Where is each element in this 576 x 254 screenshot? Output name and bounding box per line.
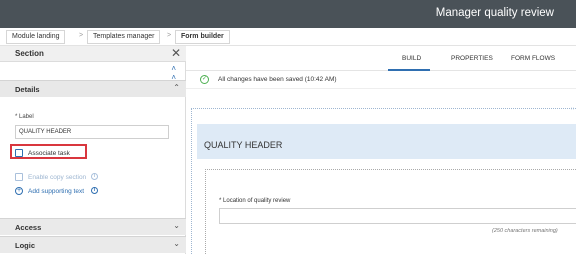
breadcrumb-separator: > [167, 32, 172, 39]
tab-properties[interactable]: PROPERTIES [451, 55, 493, 62]
section-panel-header: Section ✕ [0, 46, 186, 62]
accordion-logic-label: Logic [15, 241, 35, 250]
enable-copy-label: Enable copy section [28, 174, 87, 181]
save-status-text: All changes have been saved (10:42 AM) [218, 76, 337, 83]
section-header[interactable]: QUALITY HEADER [197, 124, 576, 159]
required-marker: * [219, 198, 222, 204]
chevron-down-icon: ⌄ [173, 221, 180, 230]
section-drop-boundary [191, 108, 576, 109]
breadcrumb-form-builder[interactable]: Form builder [175, 30, 230, 44]
save-status-bar: ✓ All changes have been saved (10:42 AM) [186, 71, 576, 89]
label-field[interactable]: QUALITY HEADER [15, 125, 169, 139]
enable-copy-checkbox[interactable] [15, 173, 23, 181]
drag-handle-icon[interactable]: ∷ [571, 106, 574, 112]
tab-form-flows[interactable]: FORM FLOWS [511, 55, 555, 62]
accordion-logic[interactable]: Logic ⌄ [0, 236, 186, 253]
associate-task-checkbox[interactable] [15, 149, 23, 157]
breadcrumb-templates-manager[interactable]: Templates manager [87, 30, 161, 44]
check-circle-icon: ✓ [200, 75, 209, 84]
tab-bar: BUILD PROPERTIES FORM FLOWS [186, 46, 576, 71]
accordion-details[interactable]: Details ⌃ [0, 80, 186, 97]
add-supporting-text-link[interactable]: Add supporting text [28, 188, 84, 195]
label-field-label: * Label [15, 114, 34, 120]
accordion-access[interactable]: Access ⌄ [0, 218, 186, 235]
page-title: Manager quality review [435, 7, 554, 19]
section-drop-boundary [191, 108, 192, 254]
breadcrumb-separator: > [79, 32, 84, 39]
location-of-quality-review-input[interactable] [219, 208, 576, 224]
add-circle-icon[interactable]: + [15, 187, 23, 195]
form-canvas: ∷ QUALITY HEADER * Location of quality r… [186, 89, 576, 254]
associate-task-label[interactable]: Associate task [28, 150, 70, 157]
characters-remaining: (250 characters remaining) [492, 228, 558, 234]
close-icon[interactable]: ✕ [171, 46, 181, 60]
section-panel-title: Section [15, 49, 44, 58]
top-bar: Manager quality review [0, 0, 576, 28]
info-icon[interactable]: i [91, 173, 98, 180]
accordion-details-label: Details [15, 85, 40, 94]
tab-build[interactable]: BUILD [402, 55, 421, 62]
info-icon[interactable]: i [91, 187, 98, 194]
section-title: QUALITY HEADER [204, 140, 283, 150]
section-panel: Section ✕ ˄ ˄ Details ⌃ * Label QUALITY H… [0, 46, 186, 254]
breadcrumb: Module landing > Templates manager > For… [0, 28, 576, 46]
chevron-up-icon: ⌃ [173, 83, 180, 92]
accordion-access-label: Access [15, 223, 42, 232]
field-label: * Location of quality review [219, 198, 290, 204]
field-card[interactable]: * Location of quality review (250 charac… [205, 169, 576, 254]
breadcrumb-module-landing[interactable]: Module landing [6, 30, 66, 44]
chevron-down-icon: ⌄ [173, 239, 180, 248]
field-label-text: Location of quality review [223, 198, 291, 204]
